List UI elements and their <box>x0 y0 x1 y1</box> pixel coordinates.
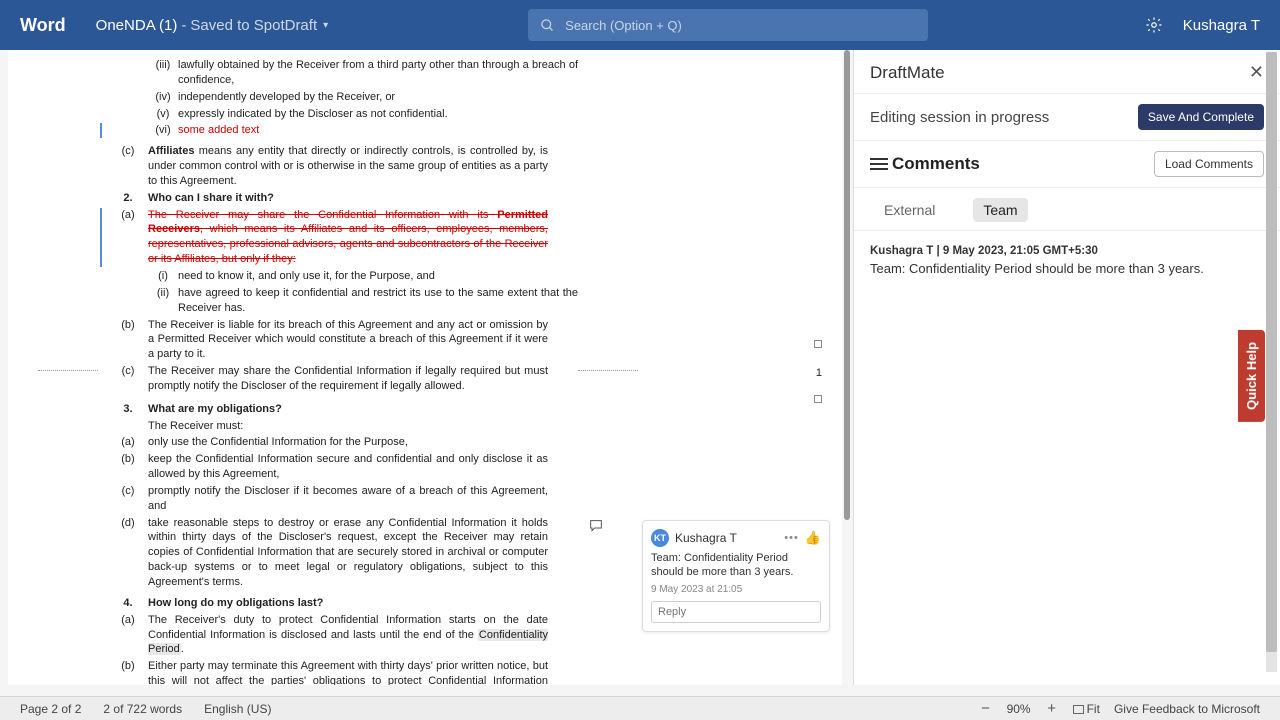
close-icon[interactable]: ✕ <box>1249 62 1264 83</box>
clause-3d: take reasonable steps to destroy or eras… <box>148 516 548 590</box>
load-comments-button[interactable]: Load Comments <box>1154 151 1264 177</box>
document-title-area[interactable]: OneNDA (1) - Saved to SpotDraft ▾ <box>96 17 328 34</box>
clause-4a: The Receiver's duty to protect Confident… <box>148 613 548 658</box>
search-icon <box>540 18 555 33</box>
clause-2a-deleted: The Receiver may share the Confidential … <box>148 208 548 267</box>
tab-team[interactable]: Team <box>973 198 1027 222</box>
resize-handle[interactable] <box>814 340 822 348</box>
draftmate-panel: DraftMate ✕ Editing session in progress … <box>853 50 1280 685</box>
search-box[interactable]: Search (Option + Q) <box>528 9 928 41</box>
panel-comment-text: Team: Confidentiality Period should be m… <box>870 261 1264 276</box>
title-bar: Word OneNDA (1) - Saved to SpotDraft ▾ S… <box>0 0 1280 50</box>
clause-iv: independently developed by the Receiver,… <box>178 90 578 105</box>
clause-vi-added: some added text <box>178 123 578 138</box>
chevron-down-icon[interactable]: ▾ <box>323 20 328 31</box>
panel-comment-meta: Kushagra T | 9 May 2023, 21:05 GMT+5:30 <box>870 245 1264 257</box>
save-location: Saved to SpotDraft <box>190 17 317 34</box>
page-indicator[interactable]: Page 2 of 2 <box>20 702 81 716</box>
search-placeholder: Search (Option + Q) <box>565 18 682 33</box>
menu-icon[interactable] <box>870 158 888 170</box>
comment-time: 9 May 2023 at 21:05 <box>651 584 821 595</box>
inline-comment-card[interactable]: KT Kushagra T ••• 👍 Team: Confidentialit… <box>642 520 830 632</box>
document-name: OneNDA (1) <box>96 17 178 34</box>
comment-body: Team: Confidentiality Period should be m… <box>651 551 821 580</box>
margin-guide-left <box>38 370 98 371</box>
margin-guide-right <box>578 370 638 371</box>
resize-handle[interactable] <box>814 395 822 403</box>
document-canvas[interactable]: (iii)lawfully obtained by the Receiver f… <box>0 50 850 685</box>
clause-3c: promptly notify the Discloser if it beco… <box>148 484 548 514</box>
scrollbar[interactable] <box>844 50 850 520</box>
user-name[interactable]: Kushagra T <box>1183 17 1260 34</box>
section-3-heading: What are my obligations? <box>148 402 548 417</box>
avatar: KT <box>651 529 669 547</box>
like-icon[interactable]: 👍 <box>805 530 821 546</box>
comment-marker-icon[interactable] <box>588 518 604 534</box>
page-number: 1 <box>816 366 822 381</box>
comment-tabs: External Team <box>854 188 1280 231</box>
fit-button[interactable]: Fit <box>1073 702 1100 716</box>
window-scrollbar[interactable] <box>1266 52 1277 672</box>
quick-help-button[interactable]: Quick Help <box>1238 330 1265 422</box>
comment-author: Kushagra T <box>675 531 778 545</box>
tab-external[interactable]: External <box>874 198 945 222</box>
section-3-intro: The Receiver must: <box>148 419 548 434</box>
clause-3a: only use the Confidential Information fo… <box>148 435 548 450</box>
clause-iii: lawfully obtained by the Receiver from a… <box>178 58 578 88</box>
clause-c-affiliates: Affiliates means any entity that directl… <box>148 144 548 189</box>
clause-2a-ii: have agreed to keep it confidential and … <box>178 286 578 316</box>
feedback-link[interactable]: Give Feedback to Microsoft <box>1114 702 1260 716</box>
session-status: Editing session in progress <box>870 109 1049 126</box>
clause-2b: The Receiver is liable for its breach of… <box>148 318 548 363</box>
gear-icon[interactable] <box>1145 16 1163 34</box>
clause-3b: keep the Confidential Information secure… <box>148 452 548 482</box>
reply-input[interactable] <box>651 601 821 623</box>
section-4-heading: How long do my obligations last? <box>148 596 548 611</box>
clause-2a-i: need to know it, and only use it, for th… <box>178 269 578 284</box>
zoom-out-button[interactable]: − <box>979 700 993 717</box>
language-indicator[interactable]: English (US) <box>204 702 271 716</box>
status-bar: Page 2 of 2 2 of 722 words English (US) … <box>0 696 1280 720</box>
section-2-heading: Who can I share it with? <box>148 191 548 206</box>
save-complete-button[interactable]: Save And Complete <box>1138 104 1264 130</box>
app-name: Word <box>20 15 66 36</box>
more-icon[interactable]: ••• <box>784 532 799 544</box>
panel-title: DraftMate <box>870 63 945 83</box>
word-count[interactable]: 2 of 722 words <box>103 702 182 716</box>
zoom-level[interactable]: 90% <box>1007 702 1031 716</box>
clause-4b: Either party may terminate this Agreemen… <box>148 659 548 685</box>
comments-heading: Comments <box>892 154 1154 174</box>
clause-2c: The Receiver may share the Confidential … <box>148 364 548 394</box>
fit-icon <box>1073 705 1084 714</box>
clause-v: expressly indicated by the Discloser as … <box>178 107 578 122</box>
zoom-in-button[interactable]: + <box>1045 700 1059 717</box>
